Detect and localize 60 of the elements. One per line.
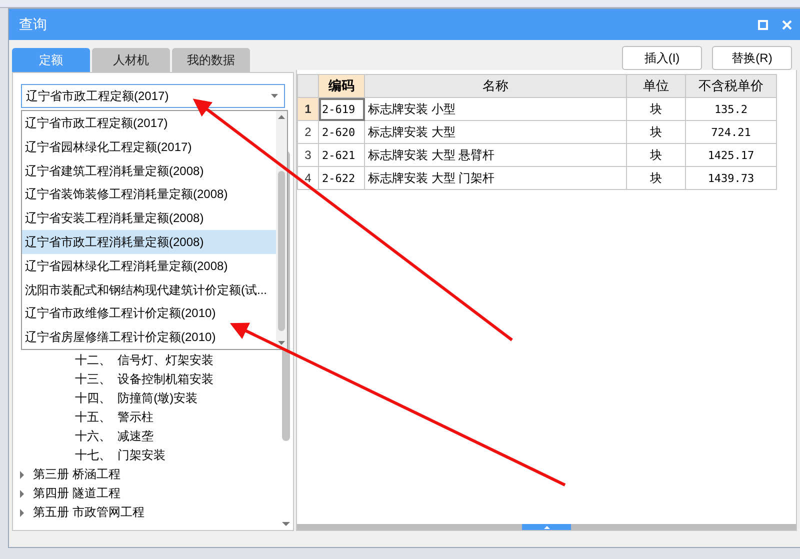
- table-cell: 块: [626, 144, 686, 166]
- dropdown-option[interactable]: 辽宁省市政工程消耗量定额(2008): [22, 230, 276, 254]
- tree-item[interactable]: 十五、 警示柱: [75, 409, 154, 426]
- tree-item[interactable]: 十二、 信号灯、灯架安装: [75, 352, 214, 369]
- table-cell: 135.2: [686, 98, 776, 120]
- dropdown-option[interactable]: 辽宁省装饰装修工程消耗量定额(2008): [22, 182, 276, 206]
- table-cell: 标志牌安装 小型: [364, 98, 626, 120]
- table-cell: 1425.17: [686, 144, 776, 166]
- tree-item[interactable]: 十四、 防撞筒(墩)安装: [75, 390, 198, 407]
- dropdown-option[interactable]: 辽宁省园林绿化工程消耗量定额(2008): [22, 254, 276, 278]
- dropdown-option[interactable]: 沈阳市装配式和钢结构现代建筑计价定额(试...: [22, 278, 276, 302]
- table-cell: 1439.73: [686, 166, 776, 190]
- table-cell: 标志牌安装 大型: [364, 120, 626, 144]
- table-cell: 2-621: [318, 144, 364, 166]
- tree-item[interactable]: 第四册 隧道工程: [33, 485, 120, 502]
- tree-item[interactable]: 第五册 市政管网工程: [33, 504, 144, 521]
- table-cell: 块: [626, 120, 686, 144]
- tab[interactable]: 我的数据: [172, 48, 250, 72]
- table-cell: 2-619: [318, 98, 364, 120]
- collapsed-icon[interactable]: [19, 508, 25, 516]
- column-header[interactable]: 编码: [318, 74, 364, 98]
- row-number[interactable]: 3: [298, 144, 318, 166]
- table-cell: 2-620: [318, 120, 364, 144]
- collapsed-icon[interactable]: [19, 470, 25, 478]
- collapsed-icon[interactable]: [19, 490, 25, 498]
- dropdown-option[interactable]: 辽宁省园林绿化工程定额(2017): [22, 134, 276, 159]
- scrollbar[interactable]: [276, 111, 287, 349]
- dropdown-option[interactable]: 辽宁省安装工程消耗量定额(2008): [22, 206, 276, 230]
- table-cell: 块: [626, 166, 686, 190]
- maximize-icon[interactable]: [758, 20, 768, 30]
- scroll-down-icon[interactable]: [282, 522, 290, 526]
- splitter-handle[interactable]: [522, 524, 571, 530]
- column-header[interactable]: 不含税单价: [686, 74, 776, 98]
- dropdown-option[interactable]: 辽宁省房屋修缮工程计价定额(2010): [22, 325, 276, 349]
- replace-button[interactable]: 替换(R): [712, 46, 792, 70]
- caret-icon: [271, 94, 278, 98]
- table-cell: 2-622: [318, 166, 364, 190]
- dropdown-option[interactable]: 辽宁省建筑工程消耗量定额(2008): [22, 158, 276, 182]
- table-cell: 标志牌安装 大型 悬臂杆: [364, 144, 626, 166]
- row-number[interactable]: 1: [298, 98, 318, 120]
- insert-button[interactable]: 插入(I): [622, 46, 702, 70]
- close-icon[interactable]: [782, 20, 792, 30]
- row-number[interactable]: 2: [298, 120, 318, 144]
- scroll-down-icon[interactable]: [278, 341, 285, 345]
- window-title: 查询: [19, 16, 48, 34]
- column-header[interactable]: 单位: [626, 74, 686, 98]
- tab[interactable]: 人材机: [92, 48, 170, 72]
- column-header[interactable]: 名称: [364, 74, 626, 98]
- table-cell: 标志牌安装 大型 门架杆: [364, 166, 626, 190]
- tree-item[interactable]: 十六、 减速垄: [75, 428, 154, 445]
- tree-item[interactable]: 第三册 桥涵工程: [33, 466, 120, 483]
- up-arrow-icon: [544, 526, 550, 528]
- dropdown-option[interactable]: 辽宁省市政工程定额(2017): [22, 111, 276, 135]
- dropdown-option[interactable]: 辽宁省市政维修工程计价定额(2010): [22, 301, 276, 326]
- quota-select[interactable]: 辽宁省市政工程定额(2017): [21, 84, 285, 108]
- tree-item[interactable]: 十三、 设备控制机箱安装: [75, 371, 214, 388]
- table-cell: 724.21: [686, 120, 776, 144]
- tree-item[interactable]: 十七、 门架安装: [75, 447, 166, 464]
- table-cell: 块: [626, 98, 686, 120]
- scroll-up-icon[interactable]: [278, 115, 285, 119]
